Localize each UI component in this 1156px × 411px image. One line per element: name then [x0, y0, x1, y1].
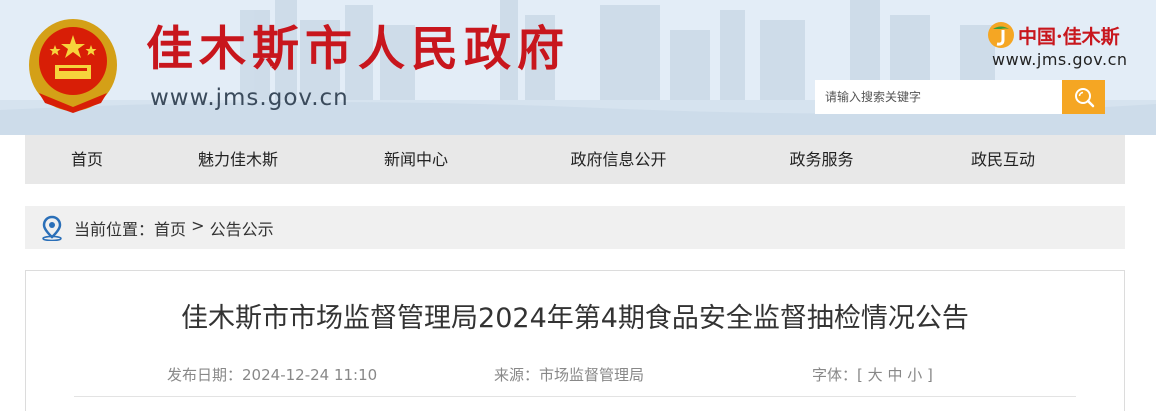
nav-item-news-center[interactable]: 新闻中心: [327, 135, 505, 184]
publish-date: 发布日期：2024-12-24 11:10: [167, 364, 377, 385]
site-header: 佳木斯市人民政府 www.jms.gov.cn 中国·佳木斯 www.jms.g…: [0, 0, 1156, 135]
brand-url: www.jms.gov.cn: [992, 50, 1128, 69]
breadcrumb-prefix: 当前位置：: [74, 219, 155, 239]
breadcrumb-current-link[interactable]: 公告公示: [210, 216, 274, 240]
nav-item-gov-info-disclosure[interactable]: 政府信息公开: [505, 135, 732, 184]
nav-item-gov-services[interactable]: 政务服务: [732, 135, 911, 184]
font-size-bracket-open: [: [857, 366, 868, 384]
main-nav: 首页 魅力佳木斯 新闻中心 政府信息公开 政务服务 政民互动: [25, 135, 1125, 184]
search-button[interactable]: [1062, 80, 1105, 114]
brand-j-logo-icon: [988, 22, 1014, 48]
font-size-small-button[interactable]: 小: [907, 366, 922, 384]
nav-item-public-interaction[interactable]: 政民互动: [911, 135, 1095, 184]
font-size-medium-button[interactable]: 中: [887, 366, 902, 384]
publish-date-label: 发布日期：: [167, 366, 243, 384]
search-input[interactable]: [815, 80, 1062, 114]
breadcrumb-home-link[interactable]: 首页: [154, 216, 186, 240]
article-title: 佳木斯市市场监督管理局2024年第4期食品安全监督抽检情况公告: [181, 303, 969, 334]
breadcrumb-separator: >: [186, 215, 210, 235]
breadcrumb: 当前位置： 首页 > 公告公示: [25, 206, 1125, 249]
search-icon: [1074, 88, 1094, 108]
search-box: [815, 80, 1105, 114]
site-url: www.jms.gov.cn: [150, 85, 349, 111]
article-panel: 佳木斯市市场监督管理局2024年第4期食品安全监督抽检情况公告 发布日期：202…: [25, 270, 1125, 411]
national-emblem-icon: [29, 19, 117, 113]
brand-text: 中国·佳木斯: [1018, 25, 1120, 48]
meta-divider: [74, 396, 1076, 397]
nav-item-home[interactable]: 首页: [25, 135, 149, 184]
source-value: 市场监督管理局: [539, 366, 645, 384]
publish-date-value: 2024-12-24 11:10: [242, 366, 378, 384]
location-pin-icon: [42, 215, 62, 241]
font-size-label: 字体：: [812, 366, 858, 384]
brand-logo: 中国·佳木斯: [986, 20, 1120, 50]
nav-item-charm-jiamusi[interactable]: 魅力佳木斯: [149, 135, 327, 184]
article-source: 来源：市场监督管理局: [494, 364, 644, 385]
font-size-large-button[interactable]: 大: [868, 366, 883, 384]
font-size-selector: 字体：[ 大 中 小 ]: [812, 364, 933, 385]
site-title: 佳木斯市人民政府: [146, 22, 570, 77]
source-label: 来源：: [494, 366, 540, 384]
font-size-bracket-close: ]: [922, 366, 933, 384]
